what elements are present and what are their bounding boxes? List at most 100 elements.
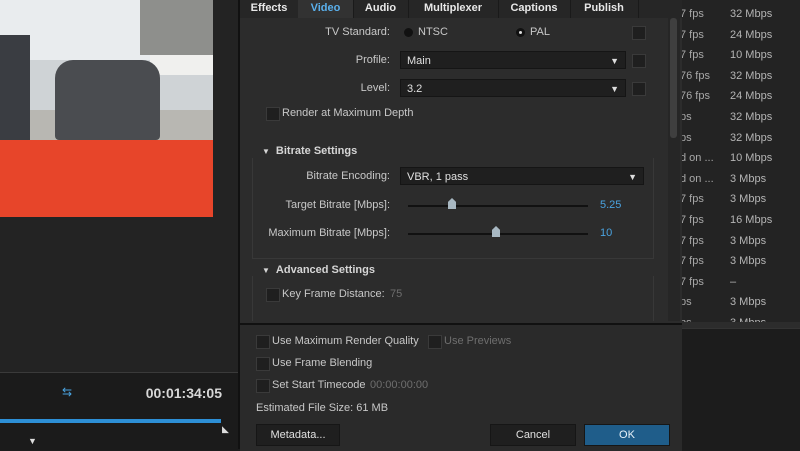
queue-bitrate: 24 Mbps xyxy=(730,28,773,41)
export-options-footer: Use Maximum Render Quality Use Previews … xyxy=(240,323,682,451)
queue-bitrate: 24 Mbps xyxy=(730,90,773,103)
cancel-button[interactable]: Cancel xyxy=(490,424,576,446)
keyframe-distance-checkbox[interactable] xyxy=(266,288,280,302)
queue-row[interactable]: 7 fps 16 Mbps xyxy=(680,210,790,230)
queue-row[interactable]: d on ... 10 Mbps xyxy=(680,148,790,168)
queue-row[interactable]: ps 32 Mbps xyxy=(680,107,790,127)
queue-bitrate: 3 Mbps xyxy=(730,296,767,309)
queue-bitrate: 32 Mbps xyxy=(730,131,773,144)
queue-bitrate: 16 Mbps xyxy=(730,214,773,226)
max-render-quality-checkbox[interactable] xyxy=(256,335,270,349)
queue-bitrate: 10 Mbps xyxy=(730,152,773,165)
bitrate-settings-header[interactable]: ▼ Bitrate Settings xyxy=(262,145,357,157)
collapse-triangle-icon: ▼ xyxy=(262,266,270,275)
source-range-dropdown-icon[interactable]: ▼ xyxy=(28,436,37,446)
queue-row[interactable]: 7 fps 3 Mbps xyxy=(680,189,790,209)
export-settings-dialog: Effects Video Audio Multiplexer Captions… xyxy=(238,0,682,451)
preview-timecode[interactable]: 00:01:34:05 xyxy=(146,385,222,401)
queue-frame-rate: d on ... xyxy=(680,152,714,165)
tab-captions[interactable]: Captions xyxy=(498,0,571,18)
queue-row[interactable]: 7 fps 24 Mbps xyxy=(680,25,790,45)
chevron-down-icon: ▼ xyxy=(628,172,637,182)
settings-scrollbar[interactable] xyxy=(668,18,680,321)
queue-row[interactable]: d on ... 3 Mbps xyxy=(680,169,790,189)
queue-bitrate: 3 Mbps xyxy=(730,234,767,247)
preview-timeline: ⇆ 00:01:34:05 ◣ ▼ xyxy=(0,372,238,450)
queue-bitrate: 32 Mbps xyxy=(730,69,773,82)
playback-progress-bar[interactable] xyxy=(0,419,222,423)
profile-match-checkbox[interactable] xyxy=(632,54,646,68)
target-bitrate-value[interactable]: 5.25 xyxy=(600,199,621,211)
target-bitrate-label: Target Bitrate [Mbps]: xyxy=(285,199,390,211)
queue-row[interactable]: 7 fps – xyxy=(680,272,790,292)
queue-footer xyxy=(680,328,800,450)
queue-row[interactable]: ps3 Mbps xyxy=(680,292,790,312)
playhead-icon[interactable]: ◣ xyxy=(222,424,229,434)
queue-row[interactable]: 7 fps 32 Mbps xyxy=(680,4,790,24)
queue-frame-rate: 7 fps xyxy=(680,214,704,226)
profile-select[interactable]: Main ▼ xyxy=(400,51,626,69)
tv-standard-label: TV Standard: xyxy=(325,26,390,38)
queue-bitrate: 10 Mbps xyxy=(730,49,773,62)
queue-frame-rate: 7 fps xyxy=(680,193,704,206)
ok-button[interactable]: OK xyxy=(584,424,670,446)
settings-scrollbar-thumb[interactable] xyxy=(670,18,677,138)
bitrate-encoding-value: VBR, 1 pass xyxy=(407,171,469,183)
queue-bitrate: 3 Mbps xyxy=(730,255,767,268)
bitrate-encoding-label: Bitrate Encoding: xyxy=(306,170,390,182)
tv-standard-match-checkbox[interactable] xyxy=(632,26,646,40)
fit-frame-icon[interactable]: ⇆ xyxy=(62,385,74,399)
queue-row[interactable]: 7 fps 3 Mbps xyxy=(680,251,790,271)
keyframe-distance-value[interactable]: 75 xyxy=(390,288,402,300)
bitrate-encoding-select[interactable]: VBR, 1 pass ▼ xyxy=(400,167,644,185)
queue-row[interactable]: 7 fps 3 Mbps xyxy=(680,231,790,251)
pal-radio[interactable] xyxy=(516,28,525,37)
max-bitrate-value[interactable]: 10 xyxy=(600,227,612,239)
queue-row[interactable]: 7 fps 10 Mbps xyxy=(680,45,790,65)
level-select[interactable]: 3.2 ▼ xyxy=(400,79,626,97)
queue-frame-rate: 7 fps xyxy=(680,8,704,20)
render-max-depth-label: Render at Maximum Depth xyxy=(282,107,414,119)
frame-blending-label: Use Frame Blending xyxy=(272,357,373,369)
target-bitrate-track[interactable] xyxy=(408,205,588,207)
tab-audio[interactable]: Audio xyxy=(353,0,409,18)
queue-frame-rate: 76 fps xyxy=(680,90,710,103)
metadata-button[interactable]: Metadata... xyxy=(256,424,340,446)
chevron-down-icon: ▼ xyxy=(610,84,619,94)
bitrate-settings-title: Bitrate Settings xyxy=(275,145,358,157)
ntsc-radio[interactable] xyxy=(404,28,413,37)
preview-frame-image xyxy=(0,0,213,217)
start-timecode-value[interactable]: 00:00:00:00 xyxy=(370,379,428,391)
queue-row[interactable]: 76 fps 24 Mbps xyxy=(680,86,790,106)
max-render-quality-label: Use Maximum Render Quality xyxy=(272,335,419,347)
queue-bitrate: 32 Mbps xyxy=(730,8,773,20)
tab-video[interactable]: Video xyxy=(298,0,354,20)
profile-value: Main xyxy=(407,55,431,67)
estimated-file-size: Estimated File Size: 61 MB xyxy=(256,402,389,414)
level-match-checkbox[interactable] xyxy=(632,82,646,96)
use-previews-checkbox[interactable] xyxy=(428,335,442,349)
chevron-down-icon: ▼ xyxy=(610,56,619,66)
source-preview-panel: ⇆ 00:01:34:05 ◣ ▼ xyxy=(0,0,238,450)
video-settings-panel: TV Standard: NTSC PAL Profile: Main ▼ Le… xyxy=(240,18,668,321)
queue-bitrate: 3 Mbps xyxy=(730,193,767,206)
queue-row[interactable]: 76 fps 32 Mbps xyxy=(680,66,790,86)
use-previews-label: Use Previews xyxy=(444,335,512,347)
advanced-settings-header[interactable]: ▼ Advanced Settings xyxy=(262,264,375,276)
queue-bitrate: – xyxy=(730,275,737,288)
render-max-depth-checkbox[interactable] xyxy=(266,107,280,121)
queue-frame-rate: 76 fps xyxy=(680,69,710,82)
queue-bitrate: 3 Mbps xyxy=(730,172,767,185)
start-timecode-checkbox[interactable] xyxy=(256,379,270,393)
keyframe-distance-label: Key Frame Distance: xyxy=(282,288,385,300)
frame-blending-checkbox[interactable] xyxy=(256,357,270,371)
queue-frame-rate: 7 fps xyxy=(680,275,704,288)
tab-effects[interactable]: Effects xyxy=(240,0,299,18)
queue-frame-rate: 7 fps xyxy=(680,234,704,247)
level-value: 3.2 xyxy=(407,83,423,95)
queue-row[interactable]: ps 32 Mbps xyxy=(680,128,790,148)
tab-publish[interactable]: Publish xyxy=(570,0,639,18)
tab-multiplexer[interactable]: Multiplexer xyxy=(408,0,499,18)
advanced-settings-title: Advanced Settings xyxy=(275,264,375,276)
export-queue-list: 7 fps 32 Mbps 7 fps 24 Mbps 7 fps 10 Mbps 76 f… xyxy=(680,0,800,450)
